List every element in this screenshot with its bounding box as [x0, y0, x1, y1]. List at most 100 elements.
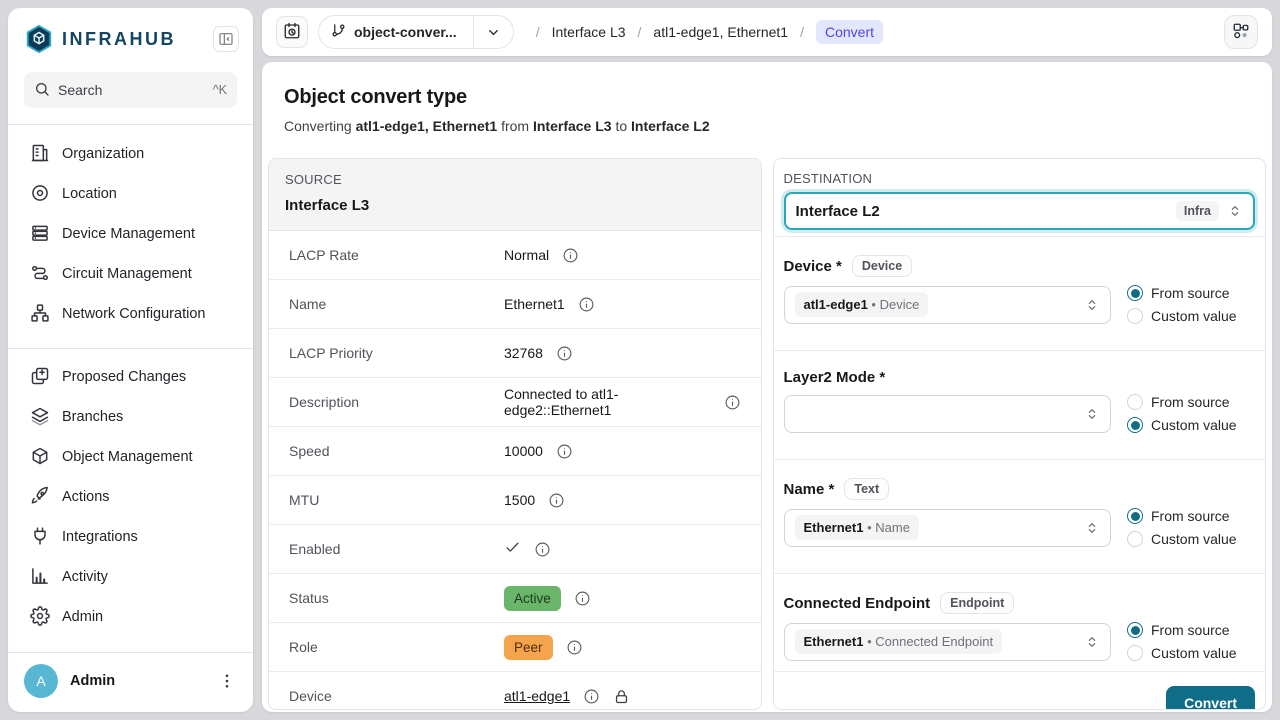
source-row: Role Peer [269, 623, 761, 672]
infrahub-logo-icon [24, 24, 54, 54]
building-icon [30, 143, 50, 166]
sidebar-item-network-configuration[interactable]: Network Configuration [22, 294, 239, 334]
sidebar-item-branches[interactable]: Branches [22, 397, 239, 437]
field-label: Device [289, 688, 504, 704]
sidebar-item-activity[interactable]: Activity [22, 557, 239, 597]
custom-value-option[interactable]: Custom value [1127, 645, 1255, 661]
field-name: Name * [784, 481, 835, 498]
field-label: LACP Rate [289, 247, 504, 263]
custom-value-option[interactable]: Custom value [1127, 531, 1255, 547]
source-row: Speed 10000 [269, 427, 761, 476]
search-label: Search [58, 82, 102, 98]
select-stepper-icon [1084, 406, 1100, 422]
field-name: Connected Endpoint [784, 595, 931, 612]
destination-panel-label: DESTINATION [784, 171, 1256, 186]
breadcrumb-item-atl1-edge1-ethernet1[interactable]: atl1-edge1, Ethernet1 [653, 24, 788, 40]
field-label: Speed [289, 443, 504, 459]
from-source-option[interactable]: From source [1127, 285, 1255, 301]
info-icon[interactable] [556, 443, 573, 460]
source-row: Description Connected to atl1-edge2::Eth… [269, 378, 761, 427]
info-icon[interactable] [578, 296, 595, 313]
select-stepper-icon [1084, 520, 1100, 536]
brand-name: INFRAHUB [62, 29, 205, 50]
sidebar-item-location[interactable]: Location [22, 174, 239, 214]
field-kind-badge: Device [852, 255, 912, 277]
field-select[interactable] [784, 395, 1112, 433]
logo-row: INFRAHUB [8, 8, 253, 66]
breadcrumb-separator: / [800, 24, 804, 40]
info-icon[interactable] [566, 639, 583, 656]
info-icon[interactable] [534, 541, 551, 558]
info-icon[interactable] [548, 492, 565, 509]
status-badge: Active [504, 586, 561, 611]
info-icon[interactable] [556, 345, 573, 362]
field-label: Name [289, 296, 504, 312]
map-pin-icon [30, 183, 50, 206]
from-source-option[interactable]: From source [1127, 508, 1255, 524]
field-value: Connected to atl1-edge2::Ethernet1 [504, 386, 741, 418]
custom-value-option[interactable]: Custom value [1127, 417, 1255, 433]
sidebar-item-admin[interactable]: Admin [22, 597, 239, 637]
from-source-option[interactable]: From source [1127, 622, 1255, 638]
custom-value-option[interactable]: Custom value [1127, 308, 1255, 324]
breadcrumb-item-convert: Convert [816, 20, 883, 44]
destination-type-select[interactable]: Interface L2 Infra [784, 192, 1256, 230]
collapse-sidebar-icon[interactable] [213, 26, 239, 52]
sidebar-item-integrations[interactable]: Integrations [22, 517, 239, 557]
info-icon[interactable] [562, 247, 579, 264]
field-label: Enabled [289, 541, 504, 557]
info-icon[interactable] [724, 394, 741, 411]
status-badge: Peer [504, 635, 553, 660]
sidebar-item-organization[interactable]: Organization [22, 134, 239, 174]
sidebar-item-proposed-changes[interactable]: Proposed Changes [22, 357, 239, 397]
topbar: object-conver... /Interface L3/atl1-edge… [262, 8, 1272, 56]
destination-field-device: Device * Device atl1-edge1 • Device From… [774, 237, 1266, 351]
from-source-option[interactable]: From source [1127, 394, 1255, 410]
field-select[interactable]: Ethernet1 • Name [784, 509, 1112, 547]
branch-selector[interactable]: object-conver... [318, 15, 514, 49]
sidebar-item-circuit-management[interactable]: Circuit Management [22, 254, 239, 294]
kebab-menu-icon[interactable] [217, 671, 237, 691]
field-value: Active [504, 586, 591, 611]
field-kind-badge: Endpoint [940, 592, 1014, 614]
info-icon[interactable] [574, 590, 591, 607]
search-input[interactable]: Search ^K [24, 72, 237, 108]
source-panel-header: SOURCE Interface L3 [269, 159, 761, 231]
route-icon [30, 263, 50, 286]
namespace-badge: Infra [1176, 201, 1219, 221]
selected-value-chip: Ethernet1 • Connected Endpoint [795, 629, 1003, 654]
field-select[interactable]: Ethernet1 • Connected Endpoint [784, 623, 1112, 661]
calendar-clock-button[interactable] [276, 16, 308, 48]
select-stepper-icon [1227, 203, 1243, 219]
field-value [504, 539, 551, 559]
field-kind-badge: Text [844, 478, 889, 500]
form-actions: Convert [774, 672, 1266, 710]
page-subtitle: Converting atl1-edge1, Ethernet1 from In… [284, 118, 1250, 134]
field-label: LACP Priority [289, 345, 504, 361]
source-panel: SOURCE Interface L3 LACP Rate Normal Nam… [268, 158, 762, 710]
breadcrumb-item-interface-l3[interactable]: Interface L3 [552, 24, 626, 40]
branch-name: object-conver... [354, 24, 457, 40]
selected-value-chip: atl1-edge1 • Device [795, 292, 929, 317]
field-name: Device * [784, 258, 842, 275]
layers-icon [30, 406, 50, 429]
field-select[interactable]: atl1-edge1 • Device [784, 286, 1112, 324]
gear-icon [30, 606, 50, 629]
schema-visualizer-button[interactable] [1224, 15, 1258, 49]
field-label: Role [289, 639, 504, 655]
check-icon [504, 539, 521, 559]
sidebar-item-actions[interactable]: Actions [22, 477, 239, 517]
sidebar-item-device-management[interactable]: Device Management [22, 214, 239, 254]
info-icon[interactable] [583, 688, 600, 705]
destination-field-name: Name * Text Ethernet1 • Name From source… [774, 460, 1266, 574]
destination-panel-header: DESTINATION Interface L2 Infra [774, 159, 1266, 237]
chevron-down-icon [486, 25, 501, 40]
main-content: Object convert type Converting atl1-edge… [262, 62, 1272, 712]
related-object-link[interactable]: atl1-edge1 [504, 688, 570, 704]
sidebar-item-object-management[interactable]: Object Management [22, 437, 239, 477]
source-row: Enabled [269, 525, 761, 574]
network-icon [30, 303, 50, 326]
divider [473, 16, 474, 48]
cube-icon [30, 446, 50, 469]
convert-button[interactable]: Convert [1166, 686, 1255, 710]
